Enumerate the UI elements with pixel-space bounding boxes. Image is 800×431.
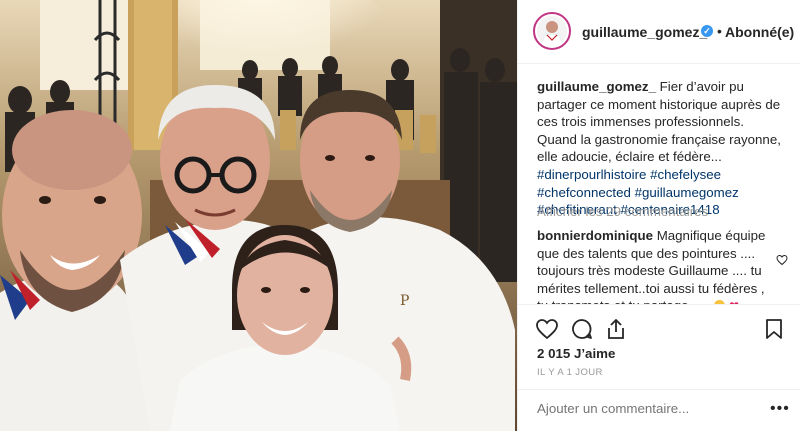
follow-status-button[interactable]: Abonné(e) <box>725 24 794 40</box>
caption: guillaume_gomez_ Fier d’avoir pu partage… <box>537 78 787 219</box>
likes-count[interactable]: 2 015 J’aime <box>537 346 615 361</box>
action-bar <box>518 304 800 346</box>
heart-icon[interactable] <box>535 317 559 341</box>
caption-hashtags-line2[interactable]: #chefconnected #guillaumegomez <box>537 185 739 200</box>
avatar-image <box>537 16 567 46</box>
caption-username[interactable]: guillaume_gomez_ <box>537 79 656 94</box>
svg-text:P: P <box>400 293 409 309</box>
comment-item: bonnierdominique Magnifique équipe que d… <box>537 227 769 304</box>
bookmark-icon[interactable] <box>762 317 786 341</box>
verified-badge-icon: ✓ <box>701 25 713 37</box>
show-all-comments-link[interactable]: Afficher les 29 commentaires <box>537 204 708 219</box>
post-username[interactable]: guillaume_gomez_ <box>582 24 707 40</box>
post-timestamp[interactable]: IL Y A 1 JOUR <box>537 367 603 378</box>
post-photo[interactable]: P <box>0 0 517 431</box>
avatar[interactable] <box>533 12 571 50</box>
comment-like-heart-icon[interactable] <box>776 254 788 266</box>
comment-username[interactable]: bonnierdominique <box>537 228 653 243</box>
separator-dot: • <box>717 23 722 39</box>
more-options-icon[interactable]: ••• <box>770 400 790 418</box>
add-comment-input[interactable] <box>537 401 747 416</box>
caption-hashtags-line1[interactable]: #dinerpourlhistoire #chefelysee <box>537 167 721 182</box>
share-icon[interactable] <box>604 317 628 341</box>
post-header: guillaume_gomez_ ✓ • Abonné(e) <box>518 0 800 64</box>
photo-illustration: P <box>0 0 517 431</box>
comments-section: guillaume_gomez_ Fier d’avoir pu partage… <box>518 64 800 304</box>
add-comment-bar: ••• <box>518 389 800 431</box>
comment-icon[interactable] <box>570 317 594 341</box>
post-details-panel: guillaume_gomez_ ✓ • Abonné(e) guillaume… <box>517 0 800 431</box>
